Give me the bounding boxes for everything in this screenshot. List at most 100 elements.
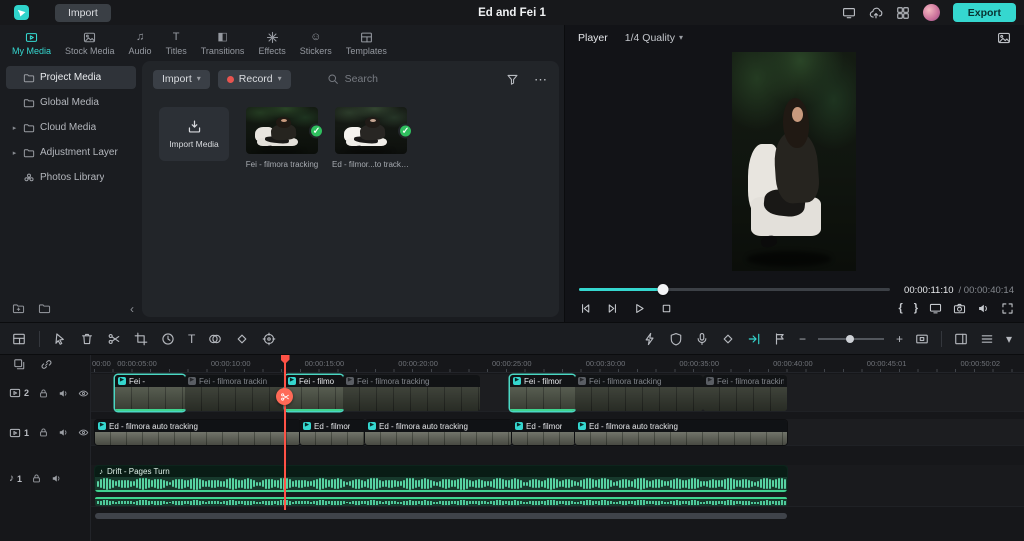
mark-in-icon[interactable]: { (898, 303, 902, 314)
keyframe-icon[interactable] (235, 332, 249, 346)
tab-stickers[interactable]: ☺Stickers (293, 25, 339, 61)
zoom-out-icon[interactable]: − (799, 333, 806, 345)
tab-titles[interactable]: TTitles (159, 25, 194, 61)
auto-ripple-icon[interactable] (747, 332, 761, 346)
zoom-in-icon[interactable]: + (896, 333, 903, 345)
split-scissors-icon[interactable] (107, 332, 121, 346)
playhead[interactable] (284, 355, 286, 510)
lock-track-icon[interactable] (38, 427, 49, 438)
mute-track-icon[interactable] (58, 427, 69, 438)
manage-tracks-icon[interactable] (13, 358, 26, 371)
timeline-clip-video2[interactable]: ▶Fei - filmora trackin (185, 375, 285, 411)
timeline-clip-video2[interactable]: ▶Fei - filmora tracking (343, 375, 480, 411)
marker-flag-icon[interactable] (773, 332, 787, 346)
timeline-clip-video2[interactable]: ▶Fei - (115, 375, 185, 411)
timeline-clip-video2[interactable]: ▶Fei - filmo (285, 375, 343, 411)
filmora-logo-icon[interactable] (14, 5, 29, 20)
media-item-ed[interactable]: ✓ Ed - filmor...to tracking (335, 107, 407, 169)
media-item-fei[interactable]: ✓ Fei - filmora tracking (246, 107, 318, 169)
mask-icon[interactable] (208, 332, 222, 346)
speed-icon[interactable] (161, 332, 175, 346)
zoom-knob[interactable] (846, 335, 854, 343)
record-dropdown-button[interactable]: Record ▾ (218, 70, 291, 89)
lock-track-icon[interactable] (38, 388, 49, 399)
filter-icon[interactable] (506, 73, 519, 86)
timeline-clip-video1[interactable]: ▶Ed - filmor (300, 420, 365, 445)
snapshot-icon[interactable] (953, 302, 966, 315)
timeline-clip-video2[interactable]: ▶Fei - filmora tracking (703, 375, 787, 411)
timeline-clip-video2[interactable]: ▶Fei - filmora tracking (575, 375, 703, 411)
sidebar-item-photos-library[interactable]: Photos Library (6, 166, 136, 189)
total-duration: / 00:00:40:14 (959, 285, 1014, 296)
fullscreen-icon[interactable] (1001, 302, 1014, 315)
mark-out-icon[interactable]: } (914, 303, 918, 314)
timeline-ruler[interactable]: 00:0000:00:05:0000:00:10:0000:00:15:0000… (90, 355, 1024, 373)
tab-effects[interactable]: Effects (251, 25, 292, 61)
sidebar-bottom-bar: ‹ (12, 302, 134, 315)
timeline-clip-video2[interactable]: ▶Fei - filmor (510, 375, 575, 411)
audio-clip-strip[interactable] (95, 497, 787, 506)
pointer-tool-icon[interactable] (53, 332, 67, 346)
motion-tracking-icon[interactable] (262, 332, 276, 346)
new-folder-icon[interactable] (12, 302, 25, 315)
timeline-zoom-slider[interactable] (818, 334, 884, 344)
next-frame-icon[interactable] (606, 302, 619, 315)
delete-icon[interactable] (80, 332, 94, 346)
tab-my-media[interactable]: My Media (5, 25, 58, 61)
text-tool-icon[interactable]: T (188, 333, 195, 345)
cloud-upload-icon[interactable] (869, 6, 883, 20)
timeline-clip-video1[interactable]: ▶Ed - filmora auto tracking (575, 420, 787, 445)
caret-down-icon[interactable]: ▾ (1006, 333, 1012, 345)
user-avatar[interactable] (923, 4, 940, 21)
import-dropdown-button[interactable]: Import ▾ (153, 70, 210, 89)
volume-icon[interactable] (977, 302, 990, 315)
sidebar-item-project-media[interactable]: Project Media (6, 66, 136, 89)
mute-track-icon[interactable] (51, 473, 62, 484)
display-icon[interactable] (842, 6, 856, 20)
timeline-clip-video1[interactable]: ▶Ed - filmora auto tracking (365, 420, 512, 445)
toggle-media-panel-icon[interactable] (12, 332, 26, 346)
folder-icon[interactable] (38, 302, 51, 315)
tab-audio[interactable]: ♫Audio (122, 25, 159, 61)
mask-shield-icon[interactable] (669, 332, 683, 346)
search-input[interactable]: Search (327, 73, 378, 85)
link-clips-icon[interactable] (40, 358, 53, 371)
workspace-grid-icon[interactable] (896, 6, 910, 20)
secondary-display-icon[interactable] (929, 302, 942, 315)
hide-track-icon[interactable] (78, 388, 89, 399)
menu-icon[interactable] (980, 332, 994, 346)
more-options-icon[interactable]: ⋯ (534, 73, 548, 86)
preview-display-icon[interactable] (997, 31, 1011, 45)
crop-icon[interactable] (134, 332, 148, 346)
lock-track-icon[interactable] (31, 473, 42, 484)
titlebar-import-button[interactable]: Import (55, 4, 111, 22)
import-media-card[interactable]: Import Media (159, 107, 229, 161)
progress-knob[interactable] (657, 284, 668, 295)
hide-track-icon[interactable] (78, 427, 89, 438)
quality-dropdown[interactable]: 1/4 Quality ▾ (625, 32, 683, 44)
stop-icon[interactable] (660, 302, 673, 315)
tab-stock-media[interactable]: Stock Media (58, 25, 122, 61)
split-at-playhead-icon[interactable] (276, 388, 293, 405)
media-thumbnail: ✓ (246, 107, 318, 154)
panel-layout-icon[interactable] (954, 332, 968, 346)
timeline-clip-video1[interactable]: ▶Ed - filmora auto tracking (95, 420, 300, 445)
render-preview-icon[interactable] (643, 332, 657, 346)
timeline-clip-video1[interactable]: ▶Ed - filmor (512, 420, 575, 445)
collapse-sidebar-icon[interactable]: ‹ (130, 303, 134, 315)
sidebar-item-adjustment-layer[interactable]: ▸Adjustment Layer (6, 141, 136, 164)
tab-templates[interactable]: Templates (339, 25, 394, 61)
zoom-fit-icon[interactable] (915, 332, 929, 346)
mute-track-icon[interactable] (58, 388, 69, 399)
previous-frame-icon[interactable] (579, 302, 592, 315)
sidebar-item-cloud-media[interactable]: ▸Cloud Media (6, 116, 136, 139)
playback-progress-slider[interactable] (579, 283, 890, 296)
keyframe-diamond-icon[interactable] (721, 332, 735, 346)
sidebar-item-global-media[interactable]: Global Media (6, 91, 136, 114)
tab-transitions[interactable]: ◧Transitions (194, 25, 252, 61)
play-icon[interactable] (633, 302, 646, 315)
voiceover-mic-icon[interactable] (695, 332, 709, 346)
export-button[interactable]: Export (953, 3, 1016, 22)
timeline-horizontal-scrollbar[interactable] (95, 513, 787, 519)
audio-clip[interactable]: ♪ Drift - Pages Turn (95, 466, 787, 492)
